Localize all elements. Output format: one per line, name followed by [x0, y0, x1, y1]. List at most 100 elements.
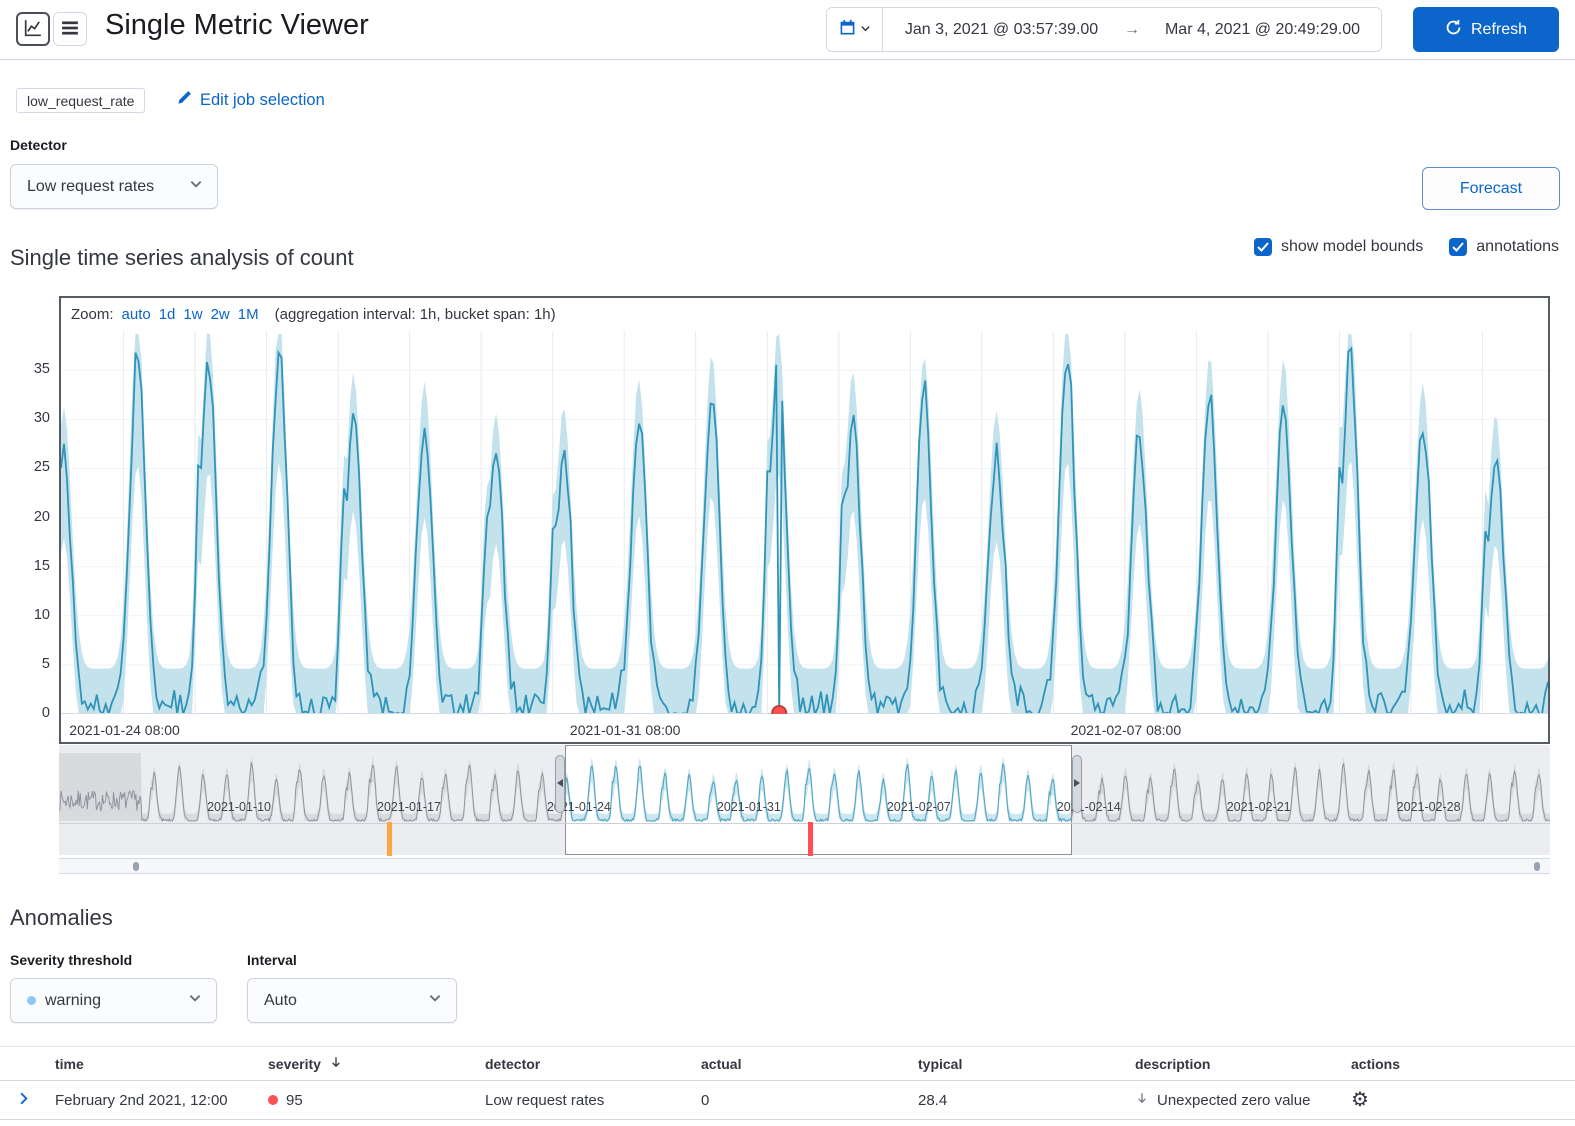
cell-actions: ⚙: [1343, 1090, 1575, 1110]
brush-handle-left[interactable]: [555, 755, 565, 813]
zoom-2w-link[interactable]: 2w: [211, 306, 230, 323]
anomalies-table-header: time severity detector actual typical de…: [0, 1046, 1575, 1081]
severity-threshold-label: Severity threshold: [10, 952, 132, 968]
triangle-right-icon: [1073, 775, 1081, 793]
cell-description: Unexpected zero value: [1127, 1091, 1343, 1109]
severity-threshold-value: warning: [45, 992, 188, 1010]
zoom-1d-link[interactable]: 1d: [159, 306, 176, 323]
y-axis-label: 25: [8, 459, 50, 475]
single-metric-viewer-page: Single Metric Viewer Jan 3, 2021 @ 03:57…: [0, 0, 1575, 1126]
refresh-label: Refresh: [1471, 21, 1527, 39]
column-header-detector: detector: [477, 1056, 693, 1072]
chart-view-button[interactable]: [16, 12, 50, 46]
model-bounds-area: [61, 334, 1548, 714]
severity-score: 95: [286, 1092, 303, 1109]
column-header-time: time: [47, 1056, 260, 1072]
description-text: Unexpected zero value: [1157, 1092, 1310, 1109]
column-header-actions: actions: [1343, 1056, 1575, 1072]
page-title: Single Metric Viewer: [105, 9, 369, 42]
critical-severity-dot: [268, 1095, 278, 1105]
sort-descending-icon: [329, 1055, 343, 1072]
interval-select[interactable]: Auto: [247, 978, 457, 1023]
cell-time: February 2nd 2021, 12:00: [47, 1092, 260, 1109]
scrollbar-thumb-left[interactable]: [133, 862, 139, 871]
column-header-severity[interactable]: severity: [260, 1055, 477, 1072]
column-header-typical: typical: [910, 1056, 1127, 1072]
anomalies-title: Anomalies: [10, 905, 113, 931]
metric-line: [61, 348, 1548, 714]
pencil-icon: [176, 90, 192, 111]
arrow-down-icon: [1135, 1091, 1149, 1109]
detector-select[interactable]: Low request rates: [10, 164, 218, 209]
time-series-chart[interactable]: [61, 331, 1548, 714]
swimlane-anomaly-mark[interactable]: [808, 822, 813, 856]
annotations-label[interactable]: annotations: [1476, 238, 1559, 256]
row-expander[interactable]: [0, 1091, 47, 1110]
table-row: February 2nd 2021, 12:00 95 Low request …: [0, 1081, 1575, 1120]
x-axis-labels: 2021-01-24 08:00 2021-01-31 08:00 2021-02-…: [61, 714, 1548, 742]
brush-handle-right[interactable]: [1072, 755, 1082, 813]
forecast-button[interactable]: Forecast: [1422, 167, 1560, 210]
show-model-bounds-checkbox[interactable]: show model bounds: [1254, 238, 1423, 256]
start-date[interactable]: Jan 3, 2021 @ 03:57:39.00: [883, 21, 1120, 39]
context-chart-svg[interactable]: [59, 745, 1550, 823]
chevron-down-icon: [188, 991, 202, 1010]
zoom-1M-link[interactable]: 1M: [238, 306, 259, 323]
swimlane-anomaly-mark[interactable]: [387, 822, 392, 856]
y-axis-label: 15: [8, 558, 50, 574]
line-chart-icon: [24, 19, 42, 40]
calendar-icon: [839, 19, 856, 41]
zoom-1w-link[interactable]: 1w: [183, 306, 202, 323]
edit-job-selection[interactable]: Edit job selection: [176, 90, 325, 111]
severity-header-label: severity: [268, 1056, 321, 1072]
time-range-picker: Jan 3, 2021 @ 03:57:39.00 → Mar 4, 2021 …: [826, 7, 1382, 52]
interval-label: Interval: [247, 952, 297, 968]
triangle-left-icon: [556, 775, 564, 793]
aggregation-interval-note: (aggregation interval: 1h, bucket span: …: [275, 306, 556, 323]
calendar-dropdown-button[interactable]: [827, 8, 883, 51]
y-axis-label: 10: [8, 607, 50, 623]
checkbox-checked-icon: [1254, 238, 1272, 256]
annotations-checkbox[interactable]: annotations: [1449, 238, 1559, 256]
column-header-actual: actual: [693, 1056, 910, 1072]
checkbox-checked-icon: [1449, 238, 1467, 256]
context-chart[interactable]: 2021-01-102021-01-172021-01-242021-01-31…: [59, 745, 1550, 875]
zoom-auto-link[interactable]: auto: [122, 306, 151, 323]
severity-threshold-select[interactable]: warning: [10, 978, 217, 1023]
x-axis-label: 2021-02-07 08:00: [1071, 722, 1182, 738]
page-header: Single Metric Viewer Jan 3, 2021 @ 03:57…: [0, 0, 1575, 60]
y-axis-label: 35: [8, 361, 50, 377]
scrollbar-thumb-right[interactable]: [1534, 862, 1540, 871]
cell-typical: 28.4: [910, 1092, 1127, 1109]
anomaly-swimlane[interactable]: [59, 823, 1550, 855]
detector-label: Detector: [10, 137, 67, 153]
settings-gear-icon[interactable]: ⚙: [1351, 1090, 1369, 1110]
refresh-icon: [1445, 19, 1462, 41]
chart-options: show model bounds annotations: [1254, 238, 1559, 256]
chevron-down-icon: [428, 991, 442, 1010]
y-axis-label: 5: [8, 656, 50, 672]
date-range-arrow-icon: →: [1120, 21, 1144, 39]
cell-severity: 95: [260, 1092, 477, 1109]
table-view-button[interactable]: [53, 12, 87, 46]
column-header-description: description: [1127, 1056, 1343, 1072]
zoom-label: Zoom:: [71, 306, 114, 323]
warning-severity-dot: [27, 996, 36, 1005]
x-axis-label: 2021-01-31 08:00: [570, 722, 681, 738]
show-model-bounds-label[interactable]: show model bounds: [1281, 238, 1423, 256]
refresh-button[interactable]: Refresh: [1413, 7, 1559, 52]
end-date[interactable]: Mar 4, 2021 @ 20:49:29.00: [1144, 21, 1381, 39]
job-badge[interactable]: low_request_rate: [16, 88, 145, 113]
y-axis-label: 30: [8, 410, 50, 426]
anomaly-marker[interactable]: [772, 706, 786, 714]
view-toggle-group: [16, 12, 87, 46]
interval-value: Auto: [264, 992, 428, 1010]
chevron-right-icon: [16, 1091, 31, 1110]
chevron-down-icon: [860, 21, 871, 39]
anomalies-table: time severity detector actual typical de…: [0, 1046, 1575, 1120]
series-section-title: Single time series analysis of count: [10, 245, 354, 271]
context-scrollbar[interactable]: [59, 858, 1550, 874]
x-axis-label: 2021-01-24 08:00: [69, 722, 180, 738]
table-icon: [61, 19, 79, 40]
chevron-down-icon: [189, 177, 203, 196]
